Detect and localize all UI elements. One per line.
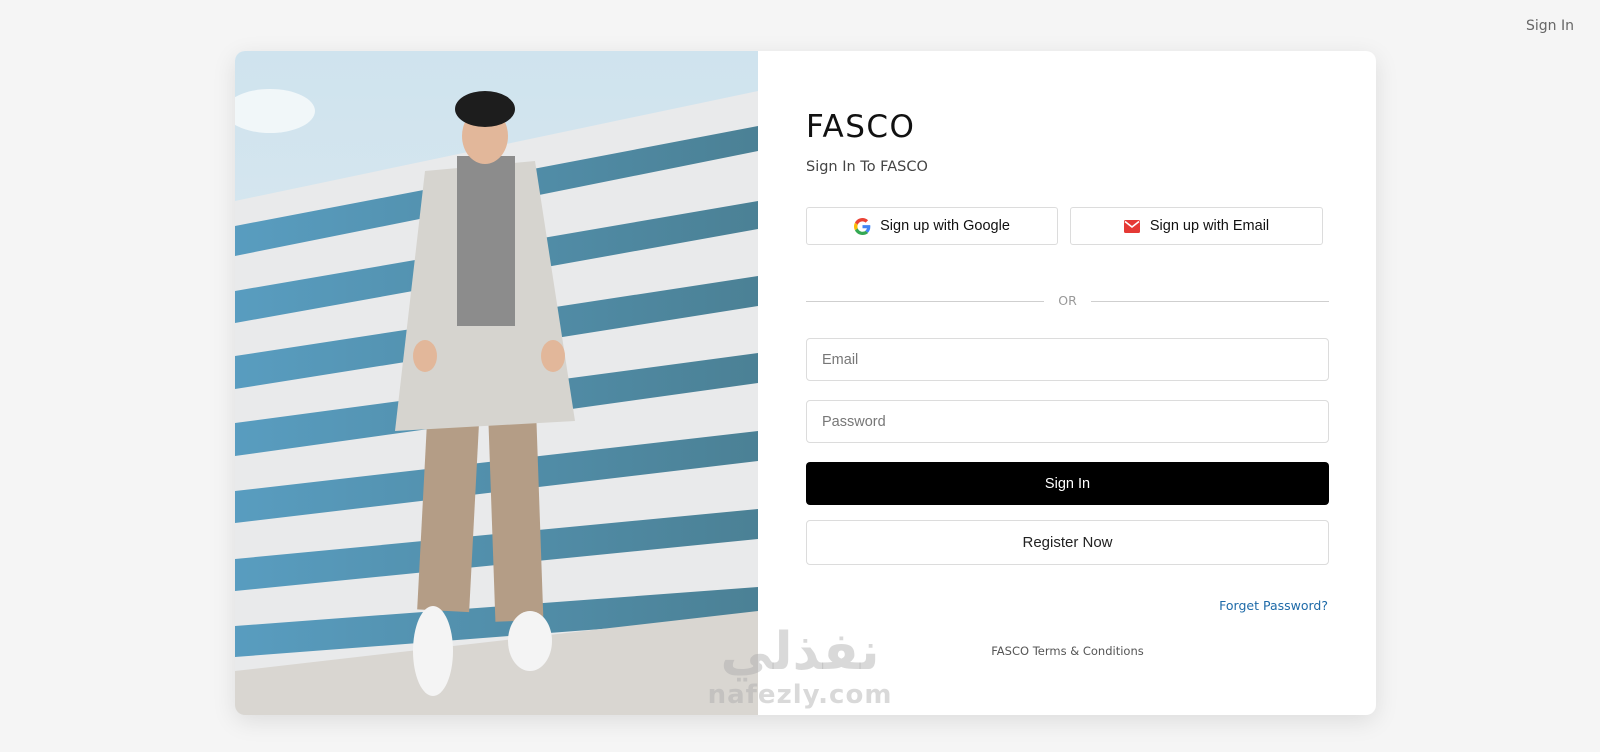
forgot-password-link[interactable]: Forget Password?	[1219, 598, 1328, 613]
header-signin-link[interactable]: Sign In	[1526, 18, 1574, 34]
signin-card: FASCO Sign In To FASCO Sign up with Goog…	[235, 51, 1376, 715]
terms-link[interactable]: FASCO Terms & Conditions	[806, 644, 1329, 658]
signin-subtitle: Sign In To FASCO	[806, 159, 928, 175]
google-g-icon	[854, 217, 871, 235]
hero-photo	[235, 51, 758, 715]
signin-button[interactable]: Sign In	[806, 462, 1329, 505]
or-divider: OR	[806, 292, 1329, 312]
google-signup-label: Sign up with Google	[880, 218, 1010, 234]
divider-line-right	[1091, 301, 1329, 302]
email-field[interactable]	[806, 338, 1329, 381]
brand-title: FASCO	[806, 109, 916, 145]
password-field[interactable]	[806, 400, 1329, 443]
mail-envelope-icon	[1124, 218, 1141, 235]
google-signup-button[interactable]: Sign up with Google	[806, 207, 1058, 245]
email-signup-label: Sign up with Email	[1149, 218, 1270, 234]
register-button[interactable]: Register Now	[806, 520, 1329, 565]
signin-panel: FASCO Sign In To FASCO Sign up with Goog…	[758, 51, 1376, 715]
email-signup-button[interactable]: Sign up with Email	[1070, 207, 1323, 245]
